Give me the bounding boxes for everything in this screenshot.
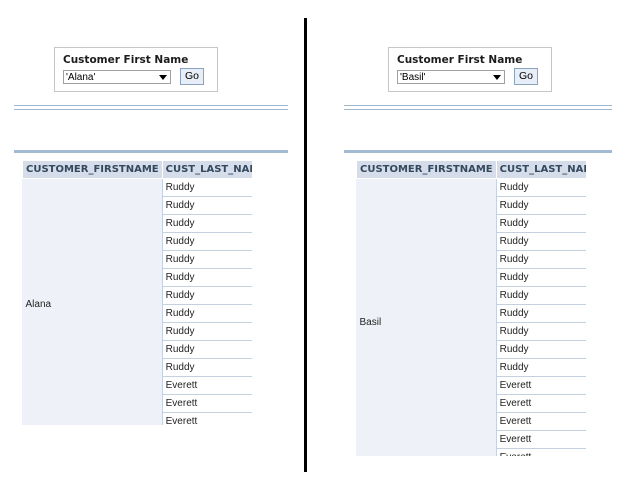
customer-first-name-prompt: Customer First Name 'Alana' Go	[54, 47, 218, 92]
last-name-cell: Ruddy	[495, 196, 586, 215]
prompt-label: Customer First Name	[397, 54, 523, 66]
select-value: 'Basil'	[400, 72, 426, 83]
panel-divider	[304, 18, 307, 472]
last-name-cell: Ruddy	[495, 304, 586, 323]
last-name-cell: Ruddy	[495, 178, 586, 197]
customer-first-name-prompt: Customer First Name 'Basil' Go	[388, 47, 552, 92]
last-name-cell: Everett	[161, 376, 252, 395]
last-name-cell: Ruddy	[495, 232, 586, 251]
last-name-cell: Ruddy	[161, 196, 252, 215]
last-name-cell: Ruddy	[495, 358, 586, 377]
customer-first-name-select[interactable]: 'Alana'	[63, 70, 171, 84]
last-name-cell: Everett	[495, 412, 586, 431]
last-name-cell: Ruddy	[495, 340, 586, 359]
table-row: Basil Ruddy	[356, 178, 586, 456]
left-report-panel: Customer First Name 'Alana' Go CUSTOMER_…	[0, 0, 300, 481]
right-report-panel: Customer First Name 'Basil' Go CUSTOMER_…	[334, 0, 624, 481]
last-name-cell: Ruddy	[161, 214, 252, 233]
last-name-cell: Ruddy	[161, 340, 252, 359]
last-name-cell: Ruddy	[161, 232, 252, 251]
last-name-cell: Everett	[161, 394, 252, 413]
column-header-lastname[interactable]: CUST_LAST_NAME	[161, 160, 252, 179]
last-name-cell: Ruddy	[161, 178, 252, 197]
go-button[interactable]: Go	[180, 68, 204, 85]
last-name-cell: Ruddy	[161, 358, 252, 377]
last-name-cell: Ruddy	[495, 250, 586, 269]
report-table-container: CUSTOMER_FIRSTNAME CUST_LAST_NAME BasilR…	[356, 160, 586, 456]
first-name-cell: Alana	[22, 178, 163, 425]
header-row: CUSTOMER_FIRSTNAME CUST_LAST_NAME	[22, 160, 252, 179]
column-header-lastname[interactable]: CUST_LAST_NAME	[495, 160, 586, 179]
report-table-container: CUSTOMER_FIRSTNAME CUST_LAST_NAME AlanaR…	[22, 160, 252, 425]
divider-rule	[344, 109, 612, 110]
last-name-cell: Everett	[161, 412, 252, 425]
select-value: 'Alana'	[66, 72, 96, 83]
column-header-firstname[interactable]: CUSTOMER_FIRSTNAME	[356, 160, 497, 179]
last-name-cell: Ruddy	[495, 214, 586, 233]
last-name-cell: Ruddy	[161, 304, 252, 323]
go-button[interactable]: Go	[514, 68, 538, 85]
last-name-cell: Ruddy	[495, 268, 586, 287]
last-name-cell: Everett	[495, 448, 586, 456]
header-row: CUSTOMER_FIRSTNAME CUST_LAST_NAME	[356, 160, 586, 179]
chevron-down-icon	[493, 75, 501, 80]
report-table: CUSTOMER_FIRSTNAME CUST_LAST_NAME AlanaR…	[22, 160, 252, 425]
last-name-cell: Everett	[495, 376, 586, 395]
last-name-cell: Ruddy	[161, 250, 252, 269]
first-name-cell: Basil	[356, 178, 497, 456]
prompt-label: Customer First Name	[63, 54, 189, 66]
column-header-firstname[interactable]: CUSTOMER_FIRSTNAME	[22, 160, 163, 179]
customer-first-name-select[interactable]: 'Basil'	[397, 70, 505, 84]
last-name-cell: Everett	[495, 394, 586, 413]
section-rule	[14, 150, 288, 153]
last-name-cell: Ruddy	[495, 286, 586, 305]
divider-rule	[14, 105, 288, 106]
last-name-cell: Everett	[495, 430, 586, 449]
last-name-cell: Ruddy	[495, 322, 586, 341]
last-name-cell: Ruddy	[161, 286, 252, 305]
last-name-cell: Ruddy	[161, 322, 252, 341]
section-rule	[344, 150, 612, 153]
chevron-down-icon	[159, 75, 167, 80]
table-row: Alana Ruddy	[22, 178, 252, 425]
divider-rule	[14, 109, 288, 110]
divider-rule	[344, 105, 612, 106]
last-name-cell: Ruddy	[161, 268, 252, 287]
report-table: CUSTOMER_FIRSTNAME CUST_LAST_NAME BasilR…	[356, 160, 586, 456]
